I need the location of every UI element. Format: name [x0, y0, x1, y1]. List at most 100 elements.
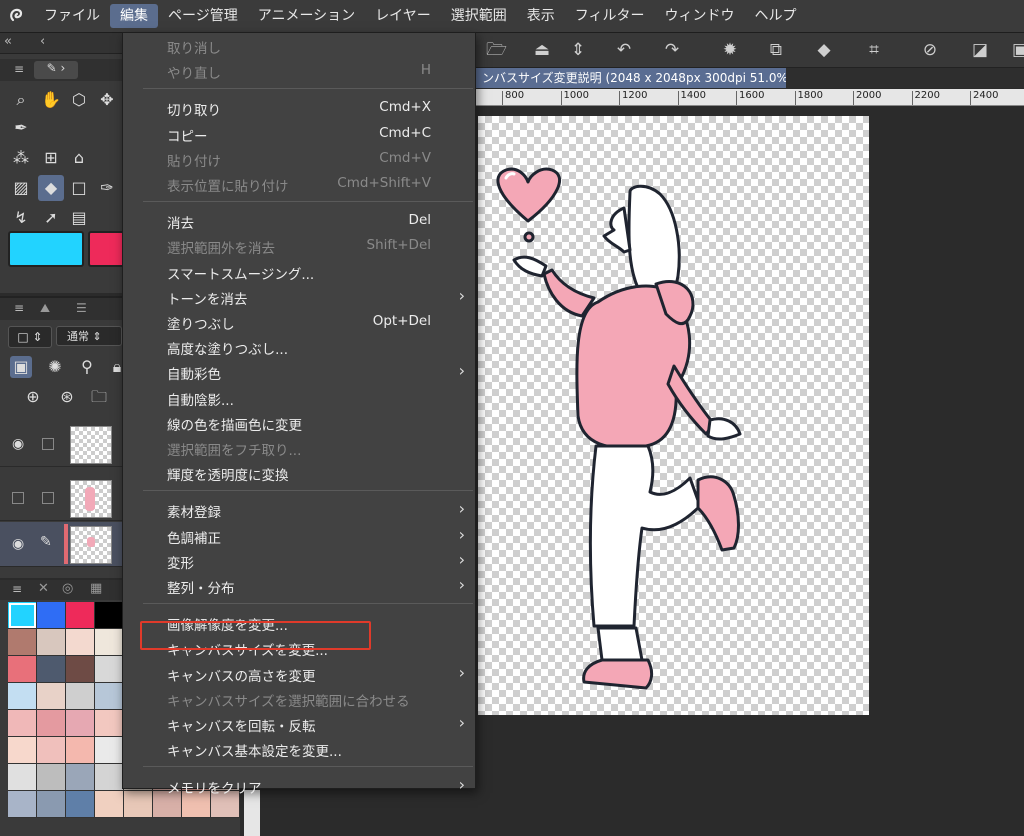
new-folder-icon[interactable]: 🗀: [88, 386, 110, 408]
palette-swatch[interactable]: [95, 602, 124, 629]
deselect-icon[interactable]: ⊘: [920, 40, 940, 60]
menu-item[interactable]: 高度な塗りつぶし...: [123, 334, 475, 359]
menu-handle-icon[interactable]: ≡: [14, 62, 24, 76]
layer-row-selected[interactable]: ◉ ✎: [0, 522, 122, 567]
clip-studio-logo-icon[interactable]: [0, 0, 34, 32]
pen-tab-icon[interactable]: ✎ ›: [34, 61, 78, 79]
menu-item[interactable]: 輝度を透明度に変換: [123, 460, 475, 485]
film-tab-icon[interactable]: ▦: [90, 581, 102, 596]
layer-lock-checkbox[interactable]: [42, 438, 54, 450]
3d-house-icon[interactable]: ⌂: [68, 147, 90, 169]
layer-lock-checkbox[interactable]: [42, 492, 54, 504]
menu-handle-icon[interactable]: ≡: [12, 582, 22, 596]
save-icon[interactable]: ⏏: [532, 40, 552, 60]
hand-tool-icon[interactable]: ✋: [40, 89, 62, 111]
palette-swatch[interactable]: [8, 710, 37, 737]
menu-item[interactable]: 線の色を描画色に変更: [123, 410, 475, 435]
perspective-ruler-icon[interactable]: ⊞: [40, 147, 62, 169]
menu-item[interactable]: 消去 Del: [123, 208, 475, 233]
menu-help[interactable]: ヘルプ: [745, 4, 807, 28]
invert-selection-icon[interactable]: ◪: [970, 40, 990, 60]
menu-item[interactable]: コピー Cmd+C: [123, 121, 475, 146]
chevron-updown-icon[interactable]: ⇕: [568, 40, 588, 60]
layer-row[interactable]: ◉: [0, 422, 122, 467]
menu-selection[interactable]: 選択範囲: [441, 4, 517, 28]
select-arrow-icon[interactable]: ➚: [40, 207, 62, 229]
redo-icon[interactable]: ↷: [662, 40, 682, 60]
layer-property-tab-icon[interactable]: ⛰: [40, 301, 50, 316]
palette-swatch[interactable]: [8, 791, 37, 818]
menu-item[interactable]: キャンバスの高さを変更 ›: [123, 661, 475, 686]
palette-swatch[interactable]: [66, 602, 95, 629]
clip-layer-icon[interactable]: ⚲: [76, 356, 98, 378]
menu-item[interactable]: 整列・分布 ›: [123, 573, 475, 598]
close-icon[interactable]: ✕: [38, 581, 49, 596]
document-tab[interactable]: ンバスサイズ変更説明 (2048 x 2048px 300dpi 51.0%): [476, 68, 786, 88]
menu-item[interactable]: キャンバス基本設定を変更...: [123, 736, 475, 761]
layer-row[interactable]: [0, 476, 122, 521]
object-tool-icon[interactable]: ⬡: [68, 89, 90, 111]
palette-swatch[interactable]: [8, 764, 37, 791]
palette-swatch[interactable]: [95, 737, 124, 764]
menu-file[interactable]: ファイル: [34, 4, 110, 28]
palette-swatch[interactable]: [66, 764, 95, 791]
palette-swatch[interactable]: [37, 710, 66, 737]
menu-animation[interactable]: アニメーション: [248, 4, 365, 28]
layer-mode-select[interactable]: □ ⇕: [8, 326, 52, 348]
palette-swatch[interactable]: [95, 683, 124, 710]
menu-item[interactable]: 素材登録 ›: [123, 497, 475, 522]
zoom-tool-icon[interactable]: ⌕: [10, 89, 32, 111]
palette-swatch[interactable]: [66, 629, 95, 656]
figure-tool-icon[interactable]: □: [68, 177, 90, 199]
palette-swatch[interactable]: [66, 710, 95, 737]
fill-bucket-icon[interactable]: ◆: [814, 40, 834, 60]
undo-icon[interactable]: ↶: [614, 40, 634, 60]
layer-adjust-tab-icon[interactable]: ☰: [76, 301, 87, 315]
transform-icon[interactable]: ⌗: [864, 40, 884, 60]
palette-swatch[interactable]: [95, 656, 124, 683]
palette-swatch[interactable]: [66, 683, 95, 710]
palette-swatch[interactable]: [66, 656, 95, 683]
copy-layer-icon[interactable]: ⧉: [766, 40, 786, 60]
frame-tool-icon[interactable]: ▤: [68, 207, 90, 229]
spray-tool-icon[interactable]: ⁂: [10, 147, 32, 169]
palette-swatch[interactable]: [8, 737, 37, 764]
blend-mode-select[interactable]: 通常 ⇕: [56, 326, 122, 346]
palette-swatch-selected[interactable]: [8, 602, 37, 629]
new-vector-layer-icon[interactable]: ⊛: [56, 386, 78, 408]
loading-spinner-icon[interactable]: ✹: [720, 40, 740, 60]
menu-handle-icon[interactable]: ≡: [14, 301, 24, 315]
chevron-left-icon[interactable]: ‹: [40, 34, 45, 49]
palette-swatch[interactable]: [37, 683, 66, 710]
open-folder-icon[interactable]: 🗁: [486, 40, 507, 60]
palette-swatch[interactable]: [66, 737, 95, 764]
menu-item[interactable]: 自動陰影...: [123, 385, 475, 410]
palette-swatch[interactable]: [37, 791, 66, 818]
move-tool-icon[interactable]: ✥: [96, 89, 118, 111]
eye-icon[interactable]: ◉: [12, 436, 24, 452]
collapse-left-icon[interactable]: «: [4, 34, 12, 49]
reference-layer-icon[interactable]: ▣: [10, 356, 32, 378]
menu-item[interactable]: スマートスムージング...: [123, 259, 475, 284]
more-icon[interactable]: ▣: [1010, 40, 1024, 60]
eye-icon[interactable]: ◉: [12, 536, 24, 552]
palette-swatch[interactable]: [95, 710, 124, 737]
menu-item[interactable]: メモリをクリア ›: [123, 773, 475, 798]
lasso-tool-icon[interactable]: ↯: [10, 207, 32, 229]
menu-item[interactable]: 切り取り Cmd+X: [123, 95, 475, 120]
main-color-swatch[interactable]: [8, 231, 84, 267]
new-raster-layer-icon[interactable]: ⊕: [22, 386, 44, 408]
palette-swatch[interactable]: [95, 629, 124, 656]
menu-item[interactable]: 塗りつぶし Opt+Del: [123, 309, 475, 334]
menu-layer[interactable]: レイヤー: [365, 4, 441, 28]
palette-swatch[interactable]: [8, 683, 37, 710]
drawing-canvas[interactable]: [478, 116, 869, 715]
menu-filter[interactable]: フィルター: [565, 4, 655, 28]
palette-swatch[interactable]: [37, 764, 66, 791]
palette-swatch[interactable]: [95, 791, 124, 818]
eyedropper-tool-icon[interactable]: ✒: [10, 117, 32, 139]
palette-swatch[interactable]: [8, 656, 37, 683]
menu-item[interactable]: 自動彩色 ›: [123, 359, 475, 384]
pen-tool-icon[interactable]: ✑: [96, 177, 118, 199]
palette-swatch[interactable]: [37, 656, 66, 683]
